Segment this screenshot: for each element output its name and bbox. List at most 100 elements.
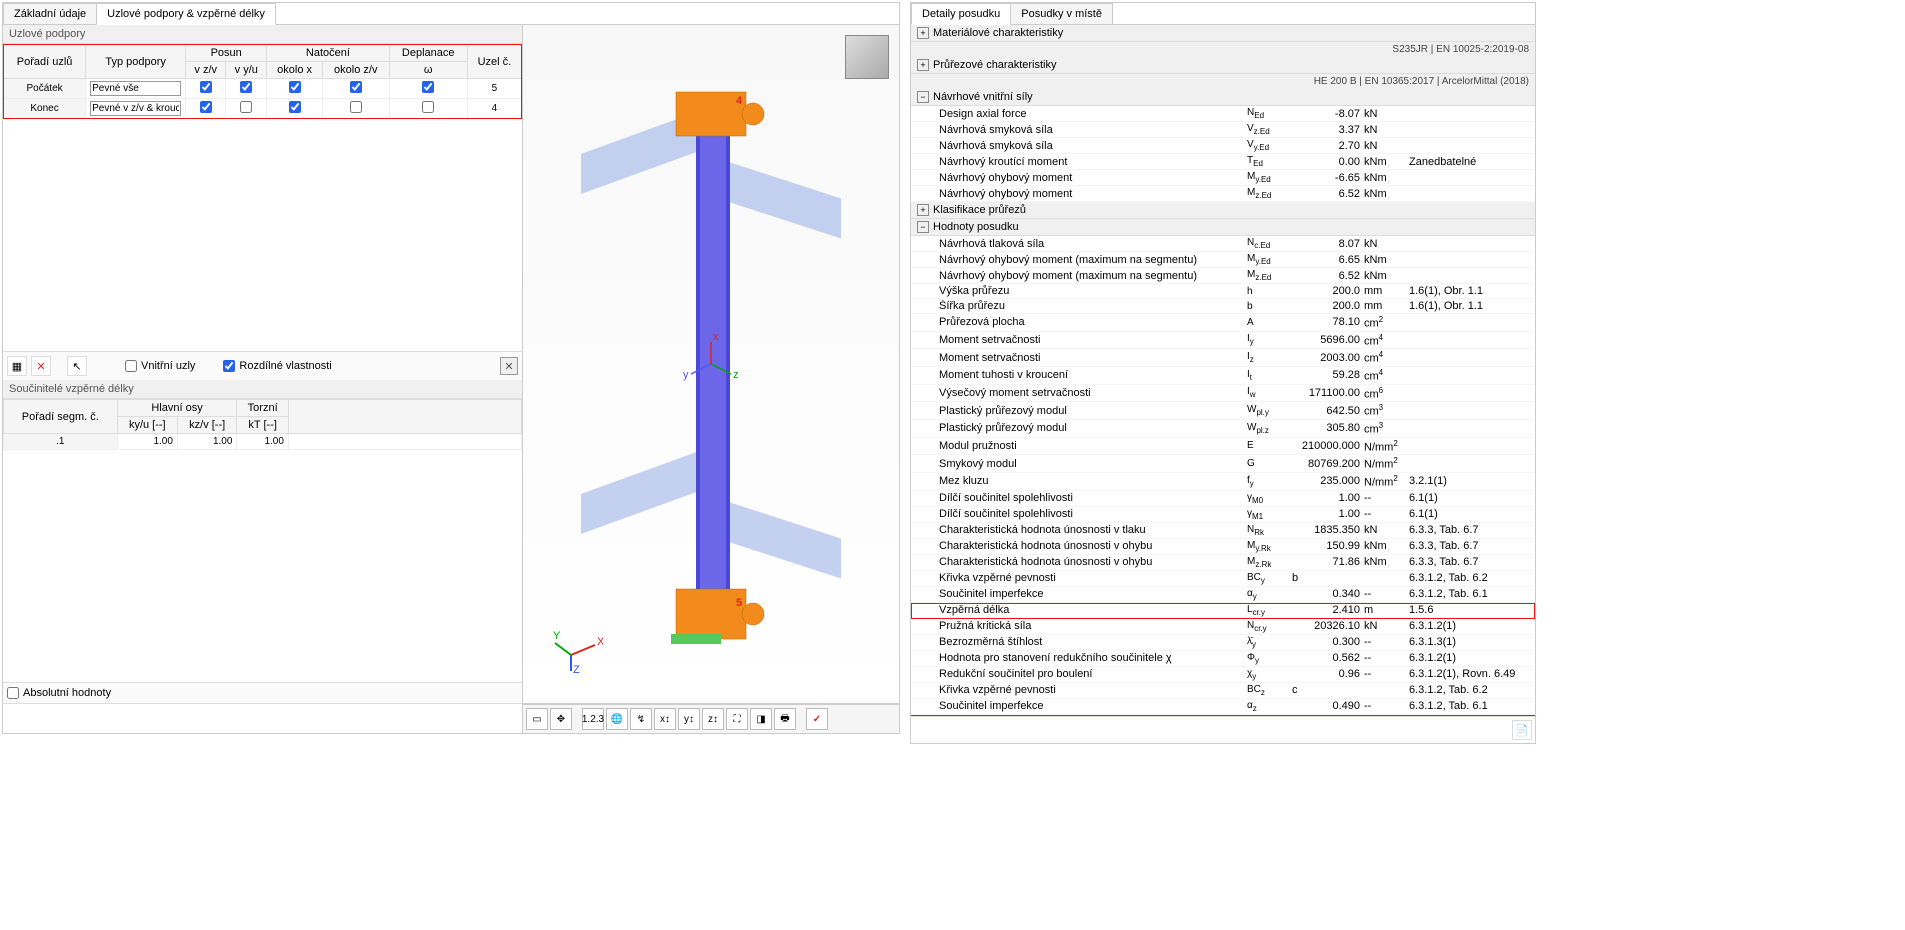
iso-icon[interactable]: ◨	[750, 708, 772, 730]
detail-row[interactable]: Návrhový ohybový moment (maximum na segm…	[911, 252, 1535, 268]
kt-cell[interactable]: 1.00	[237, 434, 288, 450]
abs-values-toggle[interactable]: Absolutní hodnoty	[7, 687, 111, 699]
node-num: 4	[467, 99, 521, 119]
inner-nodes-toggle[interactable]: Vnitřní uzly	[125, 360, 195, 372]
detail-row[interactable]: Průřezová plocha A 78.10 cm2	[911, 314, 1535, 332]
expand-icon[interactable]: +	[917, 204, 929, 216]
detail-row[interactable]: Návrhový ohybový moment My.Ed -6.65 kNm	[911, 170, 1535, 186]
detail-row[interactable]: Výsečový moment setrvačnosti Iw 171100.0…	[911, 385, 1535, 403]
detail-row[interactable]: Návrhový kroutící moment TEd 0.00 kNm Za…	[911, 154, 1535, 170]
kzv-cell[interactable]: 1.00	[177, 434, 237, 450]
accept-icon[interactable]: ✓	[806, 708, 828, 730]
detail-row[interactable]: Design axial force NEd -8.07 kN	[911, 106, 1535, 122]
detail-row[interactable]: Návrhová smyková síla Vz.Ed 3.37 kN	[911, 122, 1535, 138]
axis-x-icon[interactable]: x↕	[654, 708, 676, 730]
detail-row[interactable]: Křivka vzpěrné pevnosti BCz c 6.3.1.2, T…	[911, 683, 1535, 699]
support-check-3[interactable]	[322, 99, 389, 119]
detail-row[interactable]: Návrhová tlaková síla Nc.Ed 8.07 kN	[911, 236, 1535, 252]
symbol: fy	[1247, 475, 1292, 488]
value: 2.410	[1292, 604, 1364, 616]
detail-row[interactable]: Součinitel imperfekce αz 0.490 -- 6.3.1.…	[911, 699, 1535, 715]
expand-icon[interactable]: +	[917, 59, 929, 71]
cs-icon[interactable]: ↯	[630, 708, 652, 730]
export-icon[interactable]: 📄	[1512, 720, 1532, 740]
value: 8.07	[1292, 238, 1364, 250]
detail-row[interactable]: Dílčí součinitel spolehlivosti γM0 1.00 …	[911, 491, 1535, 507]
axis-y-icon[interactable]: y↕	[678, 708, 700, 730]
support-row[interactable]: Konec 4	[4, 99, 522, 119]
symbol: My.Ed	[1247, 253, 1292, 266]
detail-row[interactable]: Hodnota pro stanovení redukčního součini…	[911, 651, 1535, 667]
detail-row[interactable]: Dílčí součinitel spolehlivosti γM1 1.00 …	[911, 507, 1535, 523]
select-mode-icon[interactable]: ▭	[526, 708, 548, 730]
detail-row[interactable]: Charakteristická hodnota únosnosti v ohy…	[911, 539, 1535, 555]
globe-icon[interactable]: 🌐	[606, 708, 628, 730]
support-check-0[interactable]	[186, 79, 226, 99]
view-cube[interactable]	[845, 35, 889, 79]
zoom-fit-icon[interactable]: ⛶	[726, 708, 748, 730]
diff-props-toggle[interactable]: Rozdílné vlastnosti	[223, 360, 331, 372]
expand-icon[interactable]: +	[917, 27, 929, 39]
pan-icon[interactable]: ✥	[550, 708, 572, 730]
tab-basic[interactable]: Základní údaje	[3, 3, 97, 24]
detail-row[interactable]: Charakteristická hodnota únosnosti v ohy…	[911, 555, 1535, 571]
detail-row[interactable]: Návrhový ohybový moment Mz.Ed 6.52 kNm	[911, 186, 1535, 202]
group-material[interactable]: + Materiálové charakteristiky	[911, 25, 1535, 42]
support-check-4[interactable]	[389, 79, 467, 99]
support-type-cell[interactable]	[86, 79, 186, 99]
detail-row[interactable]: Moment setrvačnosti Iy 5696.00 cm4	[911, 332, 1535, 350]
group-check[interactable]: − Hodnoty posudku	[911, 219, 1535, 236]
tab-supports[interactable]: Uzlové podpory & vzpěrné délky	[96, 3, 276, 25]
group-section[interactable]: + Průřezové charakteristiky	[911, 57, 1535, 74]
add-row-icon[interactable]: ▦	[7, 356, 27, 376]
select-node-icon[interactable]: ↖	[67, 356, 87, 376]
print-icon[interactable]: 🖶	[774, 708, 796, 730]
close-button[interactable]: ✕	[500, 357, 518, 375]
detail-row[interactable]: Křivka vzpěrné pevnosti BCy b 6.3.1.2, T…	[911, 571, 1535, 587]
group-forces[interactable]: − Návrhové vnitřní síly	[911, 89, 1535, 106]
support-check-1[interactable]	[226, 99, 267, 119]
support-check-4[interactable]	[389, 99, 467, 119]
axis-z-icon[interactable]: z↕	[702, 708, 724, 730]
kyu-cell[interactable]: 1.00	[117, 434, 177, 450]
param-name: Bezrozměrná štíhlost	[939, 636, 1247, 648]
support-check-2[interactable]	[267, 79, 323, 99]
detail-row[interactable]: Plastický průřezový modul Wpl.y 642.50 c…	[911, 402, 1535, 420]
value: 0.562	[1292, 652, 1364, 664]
detail-row[interactable]: Výška průřezu h 200.0 mm 1.6(1), Obr. 1.…	[911, 284, 1535, 299]
detail-row[interactable]: Návrhový ohybový moment (maximum na segm…	[911, 268, 1535, 284]
detail-row[interactable]: Charakteristická hodnota únosnosti v tla…	[911, 523, 1535, 539]
group-class[interactable]: + Klasifikace průřezů	[911, 202, 1535, 219]
collapse-icon[interactable]: −	[917, 221, 929, 233]
delete-row-icon[interactable]: ✕	[31, 356, 51, 376]
detail-row[interactable]: Šířka průřezu b 200.0 mm 1.6(1), Obr. 1.…	[911, 299, 1535, 314]
detail-row[interactable]: Moment setrvačnosti Iz 2003.00 cm4	[911, 349, 1535, 367]
tab-checks-at[interactable]: Posudky v místě	[1010, 3, 1113, 24]
tab-details[interactable]: Detaily posudku	[911, 3, 1011, 25]
details-tree[interactable]: + Materiálové charakteristiky S235JR | E…	[911, 25, 1535, 716]
detail-row[interactable]: Redukční součinitel pro boulení χy 0.96 …	[911, 667, 1535, 683]
support-check-0[interactable]	[186, 99, 226, 119]
detail-row[interactable]: Návrhová smyková síla Vy.Ed 2.70 kN	[911, 138, 1535, 154]
buckling-row[interactable]: .1 1.00 1.00 1.00	[4, 434, 522, 450]
label-icon[interactable]: 1.2.3	[582, 708, 604, 730]
detail-row[interactable]: Smykový modul G 80769.200 N/mm2	[911, 455, 1535, 473]
unit: --	[1364, 652, 1409, 664]
support-check-3[interactable]	[322, 79, 389, 99]
detail-row[interactable]: Vzpěrná délka Lcr.y 2.410 m 1.5.6	[911, 603, 1535, 619]
detail-row[interactable]: Mez kluzu fy 235.000 N/mm2 3.2.1(1)	[911, 473, 1535, 491]
detail-row[interactable]: Moment tuhosti v kroucení It 59.28 cm4	[911, 367, 1535, 385]
detail-row[interactable]: Pružná kritická síla Ncr.y 20326.10 kN 6…	[911, 619, 1535, 635]
detail-row[interactable]: Modul pružnosti E 210000.000 N/mm2	[911, 438, 1535, 456]
support-type-cell[interactable]	[86, 99, 186, 119]
detail-row[interactable]: Součinitel imperfekce αy 0.340 -- 6.3.1.…	[911, 587, 1535, 603]
detail-row[interactable]: Plastický průřezový modul Wpl.z 305.80 c…	[911, 420, 1535, 438]
support-check-2[interactable]	[267, 99, 323, 119]
support-row[interactable]: Počátek 5	[4, 79, 522, 99]
detail-row[interactable]: Bezrozměrná štíhlost λ̄y 0.300 -- 6.3.1.…	[911, 635, 1535, 651]
unit: cm4	[1364, 333, 1409, 348]
value: b	[1292, 572, 1364, 584]
collapse-icon[interactable]: −	[917, 91, 929, 103]
support-check-1[interactable]	[226, 79, 267, 99]
3d-viewport[interactable]: 4 5 z y x X Y Z	[523, 25, 899, 704]
